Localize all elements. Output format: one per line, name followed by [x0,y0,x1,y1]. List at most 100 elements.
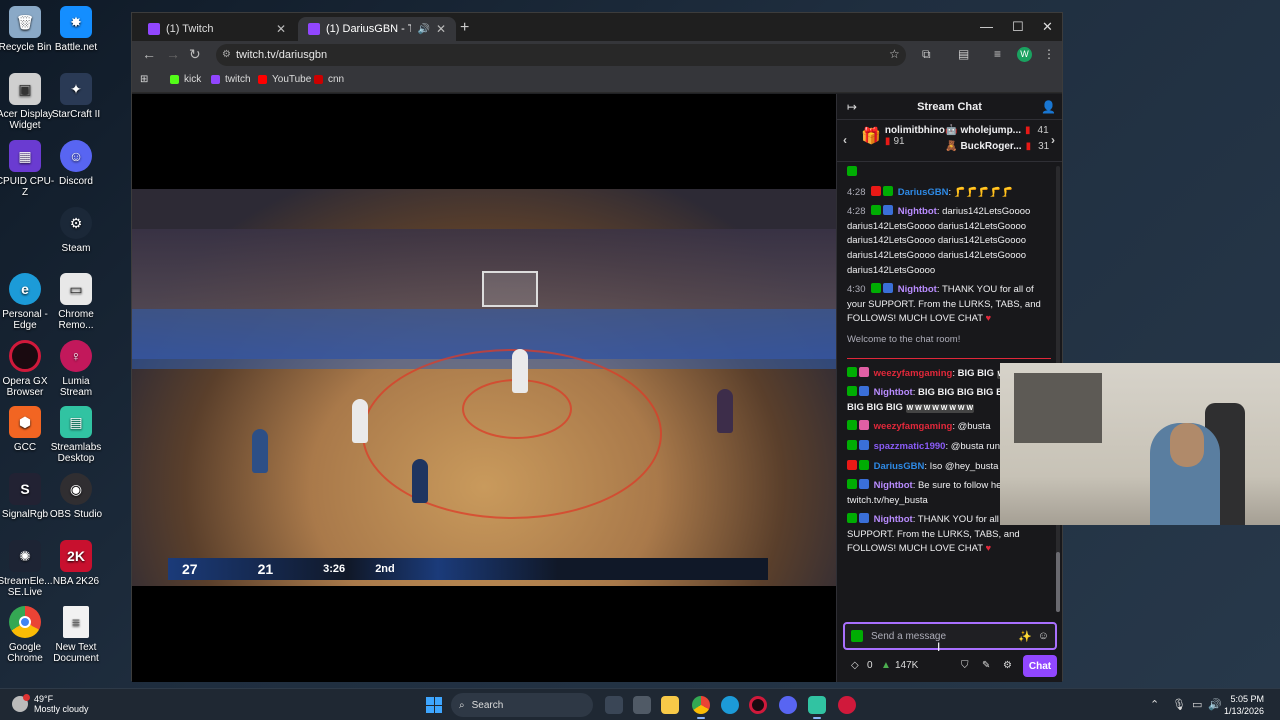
minimize-icon[interactable]: — [980,19,993,34]
task-view-icon[interactable] [605,696,623,714]
taskbar-search[interactable]: ⌕ Search [451,693,593,717]
network-icon[interactable]: ▭ [1192,698,1202,711]
starcraft-icon: ✦ [60,73,92,105]
video-player[interactable]: 27 21 3:26 2nd [132,94,836,682]
bookmark-youtube[interactable]: YouTube [258,74,311,85]
menu-icon[interactable]: ⋮ [1043,47,1055,61]
close-tab-icon[interactable]: ✕ [276,22,286,36]
acer-display-icon: ▣ [9,73,41,105]
chat-send-button[interactable]: Chat [1023,655,1057,677]
desktop-icon-discord[interactable]: ☺ Discord [45,140,107,187]
chat-username[interactable]: weezyfamgaming [874,368,953,379]
bits-count[interactable]: 147K [895,660,918,671]
mod-badge-icon [871,283,882,294]
bot-badge-icon [883,283,894,294]
desktop-icon-nba2k[interactable]: 2K NBA 2K26 [45,540,107,587]
audio-playing-icon[interactable]: 🔊 [417,24,429,35]
top-gifter-2[interactable]: 🤖 wholejump... ▮ 41 [945,125,1049,136]
tab-dariusgbn[interactable]: (1) DariusGBN - Twitch 🔊 ✕ [298,17,456,41]
chevron-up-icon[interactable]: ⌃ [1150,698,1159,711]
opera-gx-icon [9,340,41,372]
new-tab-button[interactable]: + [460,19,469,37]
discord-taskbar-icon[interactable] [779,696,797,714]
profile-avatar[interactable]: W [1017,47,1032,62]
mod-badge-icon [847,366,857,377]
chat-username[interactable]: Nightbot [874,387,913,398]
edge-icon: e [9,273,41,305]
community-icon[interactable]: 👤 [1041,100,1056,114]
weather-widget[interactable]: 49°F Mostly cloudy [12,694,89,714]
desktop-icon-starcraft[interactable]: ✦ StarCraft II [45,73,107,120]
bookmark-kick[interactable]: kick [170,74,201,85]
stream-video[interactable]: 27 21 3:26 2nd [132,189,836,586]
volume-icon[interactable]: 🔊 [1208,698,1222,711]
taskbar: 49°F Mostly cloudy ⌕ Search ⌃ 🎙 ▭ 🔊 5:05… [0,688,1280,720]
bits-icon[interactable]: ▲ [881,660,891,671]
windows-start-icon[interactable] [426,697,442,713]
scrollbar-thumb[interactable] [1056,552,1060,612]
chrome-icon [9,606,41,638]
channel-points-icon[interactable]: ◇ [851,660,859,671]
chevron-right-icon[interactable]: › [1051,133,1055,147]
chevron-left-icon[interactable]: ‹ [843,133,847,147]
chat-badge-icon[interactable] [851,630,863,642]
chat-username[interactable]: Nightbot [898,284,937,295]
chat-message-input[interactable] [871,630,1013,642]
bookmark-cnn[interactable]: cnn [314,74,344,85]
top-gifter-3[interactable]: 🧸 BuckRoger... ▮ 31 [945,141,1049,152]
address-bar[interactable]: ⚙ twitch.tv/dariusgbn [216,44,906,66]
desktop-icon-text-document[interactable]: ≡ New Text Document [45,606,107,664]
chrome-taskbar-icon[interactable] [692,696,710,719]
edge-taskbar-icon[interactable] [721,696,739,714]
desktop-icon-obs[interactable]: ◉ OBS Studio [45,473,107,520]
effects-icon[interactable]: ✨ [1018,630,1032,643]
opera-taskbar-icon[interactable] [838,696,856,714]
mod-tools-icon[interactable]: ✎ [982,660,990,671]
taskbar-clock[interactable]: 5:05 PM 1/13/2026 [1222,693,1264,717]
file-explorer-icon[interactable] [661,696,679,714]
maximize-icon[interactable]: ☐ [1012,19,1024,35]
top-gifter-1[interactable]: 🎁 nolimitbhino ▮ 91 [861,125,945,147]
chat-username[interactable]: weezyfamgaming [874,421,953,432]
settings-gear-icon[interactable]: ⚙ [1003,660,1012,671]
microphone-icon[interactable]: 🎙 [1172,698,1186,711]
bits-badge-icon [859,439,869,450]
chat-username[interactable]: DariusGBN [874,461,925,472]
close-window-icon[interactable]: ✕ [1042,19,1053,35]
close-tab-icon[interactable]: ✕ [436,22,446,36]
desktop-icon-chrome-remote[interactable]: ▭ Chrome Remo... [45,273,107,331]
apps-grid-icon[interactable]: ⊞ [140,74,148,85]
desktop-icon-streamlabs[interactable]: ▤ Streamlabs Desktop [45,406,107,464]
avatar: 🤖 [945,125,958,136]
site-info-icon[interactable]: ⚙ [222,44,231,66]
streamlabs-taskbar-icon[interactable] [808,696,826,719]
chat-footer: ◇ 0 ▲ 147K ⛉ ✎ ⚙ Chat [837,654,1062,680]
channel-points-count[interactable]: 0 [867,660,873,671]
desktop-icon-battlenet[interactable]: ✸ Battle.net [45,6,107,53]
back-icon[interactable]: ← [142,46,156,62]
chat-username[interactable]: Nightbot [874,514,913,525]
twitch-favicon-icon [308,23,320,35]
media-queue-icon[interactable]: ≡ [994,47,1001,61]
chat-username[interactable]: Nightbot [874,480,913,491]
forward-icon[interactable]: → [166,46,180,62]
desktop-icon-lumia-stream[interactable]: ♀ Lumia Stream [45,340,107,398]
sidepanel-icon[interactable]: ▤ [958,47,969,61]
bookmark-star-icon[interactable]: ☆ [889,47,900,61]
chat-username[interactable]: spazzmatic1990 [874,441,946,452]
emote-picker-icon[interactable]: ☺ [1038,630,1049,642]
shield-icon[interactable]: ⛉ [961,660,969,671]
battlenet-icon: ✸ [60,6,92,38]
opera-gx-taskbar-icon[interactable] [749,696,767,714]
reload-icon[interactable]: ↻ [189,46,201,63]
tab-twitch[interactable]: (1) Twitch ✕ [138,17,296,41]
streamlabs-icon: ▤ [60,406,92,438]
chat-username[interactable]: DariusGBN [898,187,949,198]
browser-toolbar: ← → ↻ ⚙ twitch.tv/dariusgbn ☆ ⧉ ▤ ≡ W ⋮ [132,41,1062,69]
chat-username[interactable]: Nightbot [898,206,937,217]
widgets-icon[interactable] [633,696,651,714]
chat-input-box[interactable]: ✨ ☺ [843,622,1057,650]
desktop-icon-steam[interactable]: ⚙ Steam [45,207,107,254]
bookmark-twitch[interactable]: twitch [211,74,251,85]
extensions-icon[interactable]: ⧉ [922,47,931,62]
